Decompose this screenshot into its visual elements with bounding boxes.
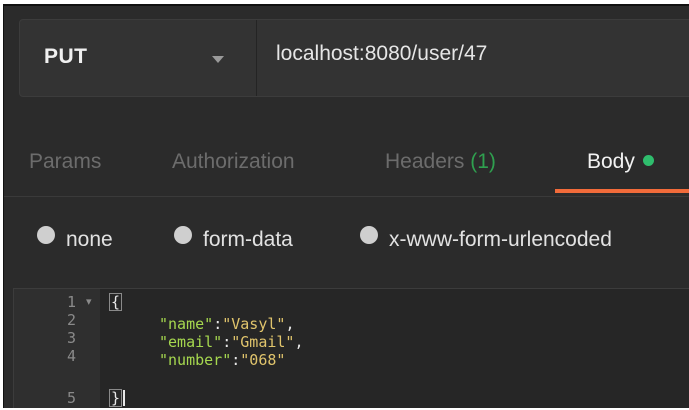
json-value: "Gmail" [231, 333, 295, 351]
request-tabs: Params Authorization Headers (1) Body [4, 142, 689, 197]
radio-x-www-form-urlencoded[interactable]: x-www-form-urlencoded [360, 226, 612, 252]
tab-body-label: Body [587, 150, 635, 173]
json-key: "number" [159, 351, 232, 369]
radio-form-data-label: form-data [203, 228, 293, 251]
radio-circle-icon [174, 226, 192, 244]
tab-headers[interactable]: Headers (1) [385, 150, 496, 174]
radio-none-label: none [66, 228, 113, 251]
line-number: 4 [66, 347, 76, 365]
json-value: "Vasyl" [222, 315, 286, 333]
radio-circle-icon [37, 226, 55, 244]
code-line: "number":"068" [159, 351, 286, 369]
method-label: PUT [44, 45, 88, 68]
line-number: 2 [66, 311, 76, 329]
code-line: } [109, 389, 126, 407]
json-separator: , [285, 315, 295, 333]
headers-count-badge: (1) [470, 150, 496, 173]
body-code-editor[interactable]: 1 ▾ 2 3 4 5 { "name":"Vasyl", "email":"G… [13, 288, 689, 408]
body-status-dot [642, 155, 654, 166]
tab-headers-label: Headers [385, 150, 465, 173]
active-tab-indicator [555, 189, 689, 193]
line-number: 3 [66, 329, 76, 347]
method-dropdown[interactable]: PUT [20, 20, 257, 96]
code-line: "name":"Vasyl", [159, 315, 295, 333]
postman-request-panel: PUT localhost:8080/user/47 Params Author… [3, 4, 689, 408]
fold-arrow-icon[interactable]: ▾ [86, 295, 92, 308]
line-number: 5 [66, 389, 76, 407]
url-input[interactable]: localhost:8080/user/47 [276, 42, 487, 66]
line-number: 1 [66, 293, 76, 311]
tab-authorization[interactable]: Authorization [172, 150, 295, 174]
json-key: "name" [159, 315, 214, 333]
json-separator: , [294, 333, 304, 351]
open-brace: { [109, 293, 123, 311]
close-brace: } [109, 389, 123, 407]
json-value: "068" [240, 351, 286, 369]
request-url-bar: PUT localhost:8080/user/47 [19, 19, 689, 97]
json-key: "email" [159, 333, 223, 351]
radio-circle-icon [360, 226, 378, 244]
radio-form-data[interactable]: form-data [174, 226, 293, 252]
code-line: { [109, 293, 123, 311]
radio-none[interactable]: none [37, 226, 113, 252]
radio-urlencoded-label: x-www-form-urlencoded [389, 228, 612, 251]
code-line: "email":"Gmail", [159, 333, 304, 351]
text-cursor [123, 390, 126, 406]
tab-body[interactable]: Body [587, 150, 654, 174]
chevron-down-icon [212, 56, 224, 63]
tab-params[interactable]: Params [29, 150, 101, 174]
